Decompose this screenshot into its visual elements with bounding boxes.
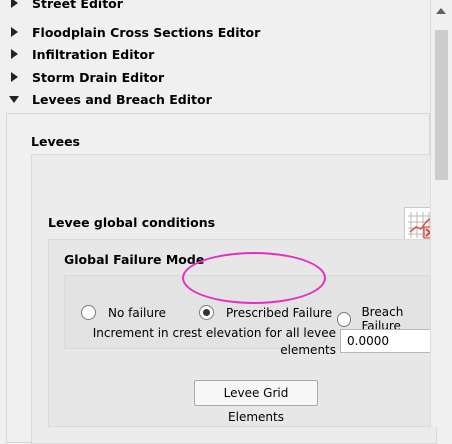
toolbox-item-storm-drain-editor[interactable]: Storm Drain Editor — [0, 66, 430, 88]
levee-grid-elements-button[interactable]: Levee Grid Elements — [194, 380, 318, 424]
vertical-scrollbar[interactable] — [430, 0, 452, 427]
increment-label: Increment in crest elevation for all lev… — [92, 326, 336, 357]
toolbox-item-levees-breach-editor[interactable]: Levees and Breach Editor — [0, 88, 430, 110]
toolbox-item-label: Floodplain Cross Sections Editor — [32, 24, 261, 40]
toolbox-item-label: Infiltration Editor — [32, 46, 155, 62]
chevron-down-icon — [9, 95, 19, 103]
scroll-thumb[interactable] — [435, 30, 448, 180]
chevron-right-icon — [11, 27, 18, 37]
levees-heading: Levees — [31, 134, 80, 149]
radio-prescribed-failure[interactable]: Prescribed Failure — [199, 305, 332, 320]
chevron-right-icon — [11, 49, 18, 59]
global-conditions-heading: Levee global conditions — [48, 215, 216, 230]
failure-mode-heading: Global Failure Mode — [64, 252, 205, 267]
radio-circle — [337, 311, 352, 327]
toolbox-item-infiltration-editor[interactable]: Infiltration Editor — [0, 43, 430, 65]
toolbox-item-label: Street Editor — [32, 0, 123, 11]
radio-label: Prescribed Failure — [226, 305, 333, 320]
radio-no-failure[interactable]: No failure — [81, 305, 166, 320]
chevron-right-icon — [11, 0, 18, 8]
toolbox-item-label: Levees and Breach Editor — [32, 91, 212, 107]
toolbox-item-floodplain-cross-sections-editor[interactable]: Floodplain Cross Sections Editor — [0, 21, 430, 43]
toolbox-item-label: Storm Drain Editor — [32, 69, 165, 85]
radio-circle — [81, 305, 96, 320]
chevron-right-icon — [11, 72, 18, 82]
scroll-up-icon[interactable] — [436, 8, 446, 14]
increment-crest-elevation-input[interactable]: 0.0000 — [340, 329, 440, 353]
radio-label: No failure — [108, 305, 167, 320]
toolbox-item-street-editor[interactable]: Street Editor — [0, 0, 430, 14]
radio-circle-selected — [199, 305, 214, 320]
